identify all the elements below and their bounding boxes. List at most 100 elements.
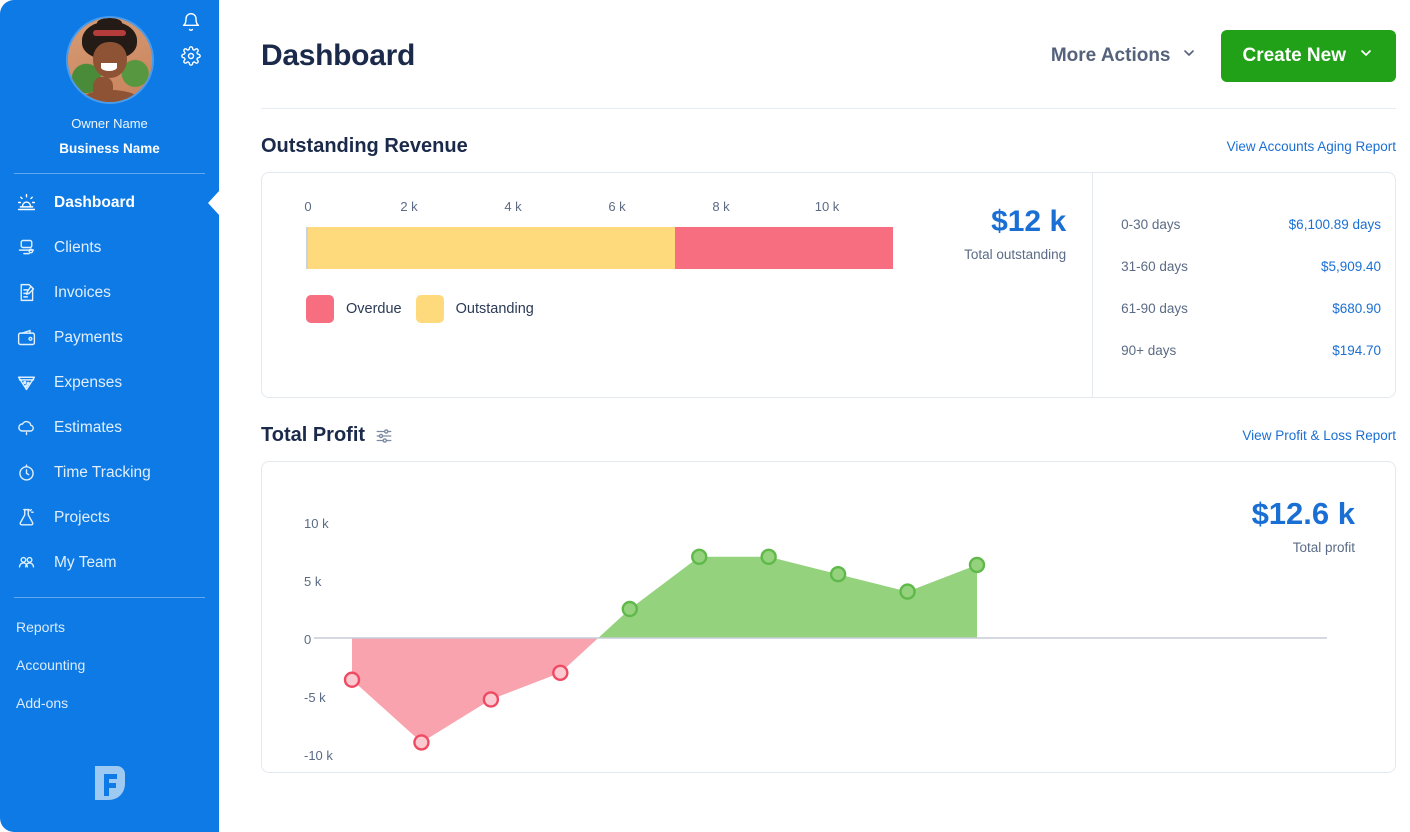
sidebar-item-add-ons[interactable]: Add-ons (16, 684, 219, 722)
cloud-icon (16, 417, 46, 438)
wallet-icon (16, 327, 46, 348)
profile-icon-group (181, 12, 201, 66)
data-point-marker[interactable] (760, 548, 777, 566)
revenue-stacked-bar (306, 227, 926, 269)
table-row: 61-90 days $680.90 (1121, 287, 1381, 329)
top-bar: Dashboard More Actions Create New (219, 0, 1410, 82)
sidebar-item-payments[interactable]: Payments (0, 315, 219, 360)
revenue-legend: Overdue Outstanding (306, 295, 926, 323)
data-point-marker[interactable] (621, 600, 638, 618)
business-name: Business Name (59, 141, 160, 156)
sidebar-item-my-team[interactable]: My Team (0, 540, 219, 585)
axis-tick-3: 6 k (608, 199, 626, 214)
chevron-down-icon (1358, 45, 1374, 67)
app-window: Owner Name Business Name Dashboard Clien… (0, 0, 1410, 832)
total-profit-card: $12.6 k Total profit 10 k 5 k 0 -5 k -10… (261, 461, 1396, 773)
view-accounts-aging-report-link[interactable]: View Accounts Aging Report (1227, 139, 1396, 154)
team-icon (16, 552, 46, 573)
data-point-marker[interactable] (343, 671, 361, 688)
view-profit-loss-report-link[interactable]: View Profit & Loss Report (1242, 428, 1396, 443)
aging-label: 61-90 days (1121, 300, 1188, 316)
data-point-marker[interactable] (968, 556, 986, 574)
sun-icon (16, 192, 46, 213)
legend-label-outstanding: Outstanding (455, 301, 534, 317)
total-outstanding-label: Total outstanding (964, 247, 1067, 262)
create-new-label: Create New (1242, 45, 1347, 66)
chevron-down-icon (1181, 45, 1197, 67)
table-row: 0-30 days $6,100.89 days (1121, 203, 1381, 245)
total-outstanding-value: $12 k (991, 205, 1067, 238)
outstanding-revenue-title: Outstanding Revenue (261, 135, 468, 157)
aging-value[interactable]: $194.70 (1332, 343, 1381, 358)
more-actions-button[interactable]: More Actions (1043, 39, 1205, 73)
total-profit-title: Total Profit (261, 424, 366, 446)
revenue-chart-area: 0 2 k 4 k 6 k 8 k 10 k Overdue Outstandi… (262, 173, 926, 397)
bar-segment-outstanding[interactable] (308, 227, 676, 269)
outstanding-revenue-card: 0 2 k 4 k 6 k 8 k 10 k Overdue Outstandi… (261, 172, 1396, 398)
sidebar-item-reports[interactable]: Reports (16, 608, 219, 646)
data-point-marker[interactable] (482, 691, 500, 708)
sliders-icon[interactable] (375, 427, 393, 445)
table-row: 90+ days $194.70 (1121, 329, 1381, 371)
gear-icon[interactable] (181, 46, 201, 66)
sidebar-item-clients[interactable]: Clients (0, 225, 219, 270)
sidebar-item-label: Clients (54, 238, 102, 256)
profile-block: Owner Name Business Name (0, 0, 219, 156)
data-point-marker[interactable] (413, 734, 430, 751)
sidebar-item-label: Expenses (54, 373, 123, 391)
total-outstanding-block: $12 k Total outstanding (926, 173, 1092, 397)
client-icon (16, 237, 46, 258)
sidebar-item-label: Estimates (54, 418, 123, 436)
sidebar-subnav: Reports Accounting Add-ons (0, 608, 219, 722)
aging-label: 0-30 days (1121, 216, 1181, 232)
legend-item-overdue: Overdue (306, 295, 402, 323)
stopwatch-icon (16, 462, 46, 483)
data-point-marker[interactable] (829, 565, 847, 583)
sidebar-item-estimates[interactable]: Estimates (0, 405, 219, 450)
page-title: Dashboard (261, 39, 415, 72)
aging-label: 31-60 days (1121, 258, 1188, 274)
pizza-icon (16, 372, 46, 393)
axis-tick-4: 8 k (712, 199, 730, 214)
sidebar-item-label: My Team (54, 553, 117, 571)
total-profit-header: Total Profit View Profit & Loss Report (219, 398, 1410, 447)
sidebar-item-label: Invoices (54, 283, 111, 301)
axis-tick-2: 4 k (504, 199, 522, 214)
more-actions-label: More Actions (1050, 45, 1171, 66)
bar-segment-overdue[interactable] (675, 227, 894, 269)
sidebar-item-label: Dashboard (54, 193, 135, 211)
bell-icon[interactable] (181, 12, 201, 32)
legend-swatch-overdue (306, 295, 334, 323)
data-point-marker[interactable] (552, 664, 569, 682)
sidebar-divider-top (14, 173, 205, 174)
sidebar-nav: Dashboard Clients Invoices Payments Expe… (0, 180, 220, 585)
aging-value[interactable]: $6,100.89 days (1289, 217, 1381, 232)
sidebar-item-expenses[interactable]: Expenses (0, 360, 219, 405)
data-point-marker[interactable] (691, 548, 708, 566)
sidebar-item-accounting[interactable]: Accounting (16, 646, 219, 684)
axis-tick-5: 10 k (814, 199, 840, 214)
area-fill (598, 556, 977, 638)
avatar[interactable] (67, 18, 152, 102)
sidebar: Owner Name Business Name Dashboard Clien… (0, 0, 220, 832)
invoice-icon (16, 282, 46, 303)
axis-tick-1: 2 k (400, 199, 418, 214)
sidebar-item-dashboard[interactable]: Dashboard (0, 180, 220, 225)
table-row: 31-60 days $5,909.40 (1121, 245, 1381, 287)
total-profit-chart (314, 548, 1327, 751)
sidebar-item-time-tracking[interactable]: Time Tracking (0, 450, 219, 495)
main-content: Dashboard More Actions Create New Outsta… (219, 0, 1410, 832)
legend-label-overdue: Overdue (346, 301, 402, 317)
aging-value[interactable]: $5,909.40 (1321, 259, 1381, 274)
legend-item-outstanding: Outstanding (415, 295, 534, 323)
sidebar-item-label: Projects (54, 508, 110, 526)
sidebar-item-label: Time Tracking (54, 463, 151, 481)
sidebar-item-projects[interactable]: Projects (0, 495, 219, 540)
flask-icon (16, 507, 46, 528)
create-new-button[interactable]: Create New (1220, 30, 1396, 82)
aging-value[interactable]: $680.90 (1332, 301, 1381, 316)
revenue-axis: 0 2 k 4 k 6 k 8 k 10 k (304, 199, 926, 217)
data-point-marker[interactable] (899, 583, 916, 600)
sidebar-item-invoices[interactable]: Invoices (0, 270, 219, 315)
sidebar-divider-bottom (14, 597, 205, 598)
